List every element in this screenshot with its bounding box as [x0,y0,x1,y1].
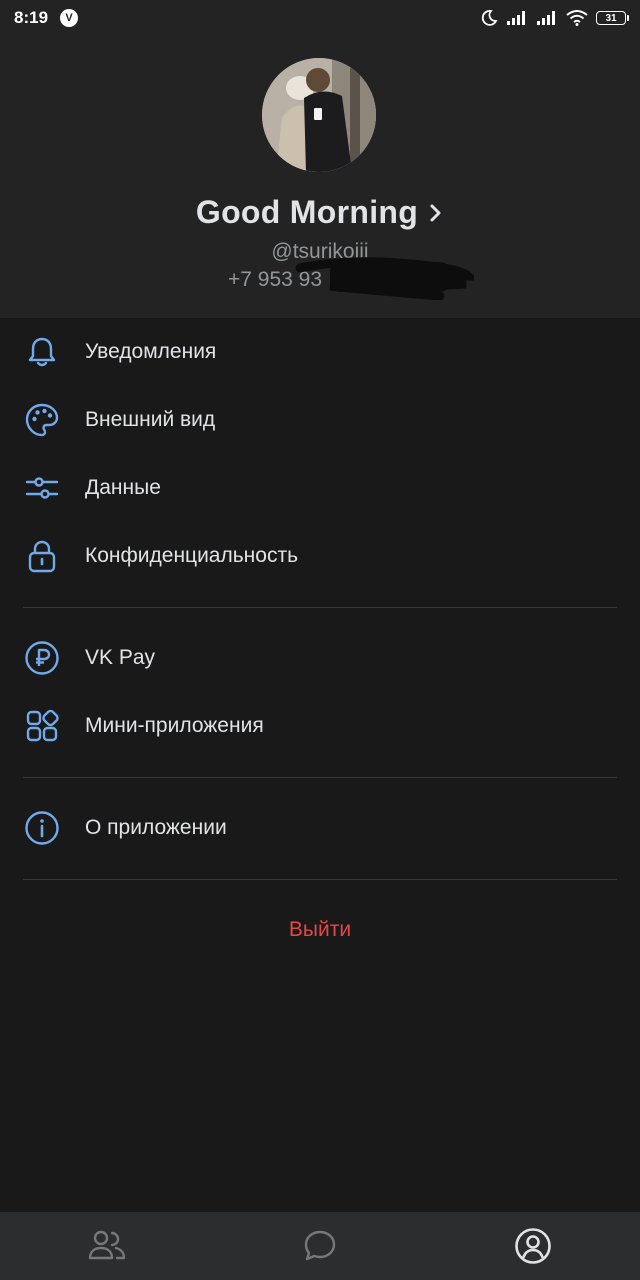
tab-bar [0,1212,640,1280]
menu-label: VK Pay [85,646,156,669]
menu-label: Данные [85,476,161,499]
profile-icon [515,1228,552,1264]
avatar-photo [262,58,376,172]
menu-item-about[interactable]: О приложении [0,794,640,862]
menu-item-data[interactable]: Данные [0,454,640,522]
menu-label: Конфиденциальность [85,544,299,567]
info-icon [24,810,60,846]
lock-icon [24,538,60,574]
status-bar: 8:19 V 31 [0,0,640,36]
menu-label: Уведомления [85,340,217,363]
tab-messages[interactable] [213,1212,426,1280]
wifi-icon [566,10,588,26]
menu-label: Внешний вид [85,408,216,431]
battery-level: 31 [605,12,617,24]
friends-icon [88,1230,125,1260]
moon-icon [481,10,498,26]
profile-name-row[interactable]: Good Morning [0,194,640,231]
status-right: 31 [480,9,629,27]
status-left: 8:19 V [14,8,79,28]
palette-icon [24,402,60,438]
status-time: 8:19 [14,8,49,27]
tab-friends[interactable] [0,1212,213,1280]
sliders-icon [24,470,60,506]
menu-label: О приложении [85,816,227,839]
apps-grid-icon [24,708,60,744]
signal-icon [537,11,555,25]
logout-button[interactable]: Выйти [0,918,640,942]
vk-notification-icon: V [60,9,79,27]
menu-item-notifications[interactable]: Уведомления [0,318,640,386]
signal-icon [507,11,525,25]
menu-item-privacy[interactable]: Конфиденциальность [0,522,640,590]
chat-icon [304,1230,336,1261]
settings-menu: Уведомления Внешний вид Данные Конфиденц… [0,318,640,880]
profile-name[interactable]: Good Morning [196,194,418,231]
divider [23,879,617,880]
menu-label: Мини-приложения [85,714,264,737]
tab-profile[interactable] [427,1212,640,1280]
ruble-icon [24,640,60,676]
avatar[interactable] [262,58,376,172]
chevron-right-icon[interactable] [428,202,444,224]
battery-icon: 31 [596,11,629,25]
menu-item-vk-pay[interactable]: VK Pay [0,624,640,692]
profile-header: Good Morning @tsurikojii +7 953 93 [0,36,640,318]
menu-item-mini-apps[interactable]: Мини-приложения [0,692,640,760]
redaction-scribble [295,257,474,300]
bell-icon [24,334,60,370]
menu-item-appearance[interactable]: Внешний вид [0,386,640,454]
